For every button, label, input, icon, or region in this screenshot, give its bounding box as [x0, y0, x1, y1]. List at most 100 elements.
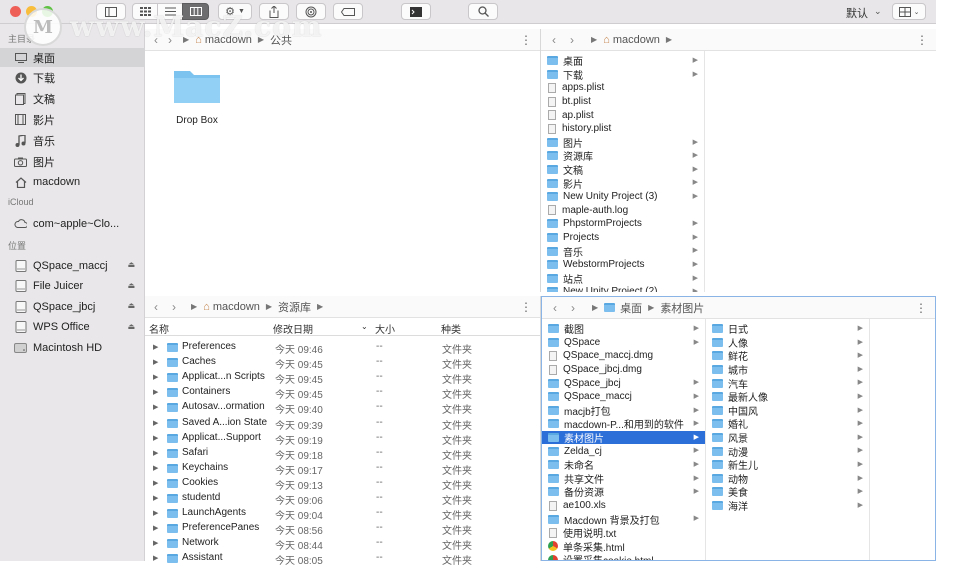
sidebar-item[interactable]: 下载: [0, 69, 145, 88]
chevron-down-icon[interactable]: ⌄: [361, 322, 368, 331]
column-header-size[interactable]: 大小: [375, 321, 395, 336]
sidebar-item[interactable]: File Juicer ⏏: [0, 277, 145, 296]
list-item[interactable]: WebstormProjects ▶: [541, 258, 704, 272]
disclosure-triangle-icon[interactable]: ▶: [153, 464, 158, 472]
list-item[interactable]: 桌面 ▶: [541, 54, 704, 68]
column-header-modified[interactable]: 修改日期: [273, 321, 313, 336]
table-row[interactable]: ▶ PreferencePanes 今天 08:56 -- 文件夹: [145, 521, 540, 537]
list-item[interactable]: Macdown 背景及打包 ▶: [542, 512, 705, 527]
forward-button[interactable]: ›: [565, 33, 579, 47]
disclosure-triangle-icon[interactable]: ▶: [153, 434, 158, 442]
list-item[interactable]: 共享文件 ▶: [542, 472, 705, 486]
column-header-kind[interactable]: 种类: [441, 321, 461, 336]
eject-icon[interactable]: ⏏: [127, 301, 135, 310]
list-item[interactable]: 图片 ▶: [541, 136, 704, 150]
table-row[interactable]: ▶ Applicat...n Scripts 今天 09:45 -- 文件夹: [145, 370, 540, 386]
list-item[interactable]: 汽车 ▶: [706, 376, 869, 391]
list-item[interactable]: PhpstormProjects ▶: [541, 217, 704, 231]
list-item[interactable]: macjb打包 ▶: [542, 404, 705, 418]
list-item[interactable]: 站点 ▶: [541, 272, 704, 286]
back-button[interactable]: ‹: [548, 301, 562, 315]
disclosure-triangle-icon[interactable]: ▶: [153, 419, 158, 427]
table-row[interactable]: ▶ studentd 今天 09:06 -- 文件夹: [145, 491, 540, 507]
list-item[interactable]: 美食 ▶: [706, 485, 869, 499]
eject-icon[interactable]: ⏏: [127, 260, 135, 269]
sidebar-item[interactable]: QSpace_maccj ⏏: [0, 256, 145, 275]
table-row[interactable]: ▶ Saved A...ion State 今天 09:39 -- 文件夹: [145, 416, 540, 432]
list-item[interactable]: 资源库 ▶: [541, 149, 704, 163]
breadcrumb-item[interactable]: 素材图片: [660, 300, 704, 316]
list-item[interactable]: ap.plist: [541, 108, 704, 122]
list-item[interactable]: 中国风 ▶: [706, 404, 869, 418]
close-button[interactable]: [10, 6, 21, 17]
table-row[interactable]: ▶ Cookies 今天 09:13 -- 文件夹: [145, 476, 540, 492]
list-item[interactable]: 下载 ▶: [541, 68, 704, 82]
sidebar-item[interactable]: 图片: [0, 152, 145, 171]
back-button[interactable]: ‹: [547, 33, 561, 47]
table-row[interactable]: ▶ Network 今天 08:44 -- 文件夹: [145, 536, 540, 552]
disclosure-triangle-icon[interactable]: ▶: [153, 494, 158, 502]
list-item[interactable]: 音乐 ▶: [541, 244, 704, 259]
list-item[interactable]: 人像 ▶: [706, 336, 869, 350]
table-row[interactable]: ▶ Keychains 今天 09:17 -- 文件夹: [145, 461, 540, 477]
list-item[interactable]: New Unity Project (3) ▶: [541, 190, 704, 204]
list-item[interactable]: apps.plist: [541, 81, 704, 95]
list-item[interactable]: ae100.xls: [542, 499, 705, 513]
breadcrumb-item[interactable]: 桌面: [604, 300, 642, 316]
disclosure-triangle-icon[interactable]: ▶: [153, 554, 158, 562]
table-row[interactable]: ▶ Containers 今天 09:45 -- 文件夹: [145, 385, 540, 401]
more-options-icon[interactable]: ⋮: [916, 33, 928, 47]
list-item[interactable]: QSpace ▶: [542, 336, 705, 350]
list-item[interactable]: 使用说明.txt: [542, 526, 705, 540]
list-item[interactable]: 未命名 ▶: [542, 458, 705, 472]
disclosure-triangle-icon[interactable]: ▶: [153, 539, 158, 547]
list-item[interactable]: 影片 ▶: [541, 176, 704, 191]
column-header-name[interactable]: 名称: [149, 321, 169, 336]
list-item[interactable]: 最新人像 ▶: [706, 390, 869, 404]
disclosure-triangle-icon[interactable]: ▶: [153, 343, 158, 351]
sidebar-item[interactable]: 音乐: [0, 131, 145, 150]
sidebar-item[interactable]: QSpace_jbcj ⏏: [0, 297, 145, 316]
list-item[interactable]: 动漫 ▶: [706, 444, 869, 459]
list-item[interactable]: 婚礼 ▶: [706, 417, 869, 431]
list-item[interactable]: Projects ▶: [541, 231, 704, 245]
sidebar-item[interactable]: macdown: [0, 173, 145, 192]
table-row[interactable]: ▶ Assistant 今天 08:05 -- 文件夹: [145, 551, 540, 567]
forward-button[interactable]: ›: [566, 301, 580, 315]
disclosure-triangle-icon[interactable]: ▶: [153, 449, 158, 457]
list-item[interactable]: QSpace_maccj ▶: [542, 390, 705, 404]
sidebar-item[interactable]: WPS Office ⏏: [0, 318, 145, 337]
table-row[interactable]: ▶ Applicat...Support 今天 09:19 -- 文件夹: [145, 431, 540, 447]
layout-grid-button[interactable]: ⌄: [892, 3, 926, 20]
list-item[interactable]: 截图 ▶: [542, 322, 705, 336]
list-item[interactable]: 设置采集cookie.html: [542, 553, 705, 560]
more-options-icon[interactable]: ⋮: [915, 301, 927, 315]
breadcrumb-item[interactable]: 资源库: [278, 299, 311, 315]
eject-icon[interactable]: ⏏: [127, 322, 135, 331]
back-button[interactable]: ‹: [149, 300, 163, 314]
list-item[interactable]: QSpace_jbcj.dmg: [542, 363, 705, 377]
sidebar-item[interactable]: 文稿: [0, 90, 145, 109]
sidebar-item[interactable]: com~apple~Clo...: [0, 214, 145, 233]
disclosure-triangle-icon[interactable]: ▶: [153, 479, 158, 487]
sidebar-item[interactable]: 桌面: [0, 48, 145, 67]
eject-icon[interactable]: ⏏: [127, 281, 135, 290]
terminal-button[interactable]: [401, 3, 431, 20]
disclosure-triangle-icon[interactable]: ▶: [153, 373, 158, 381]
list-item[interactable]: 日式 ▶: [706, 322, 869, 336]
list-item[interactable]: 备份资源 ▶: [542, 485, 705, 499]
table-row[interactable]: ▶ Safari 今天 09:18 -- 文件夹: [145, 446, 540, 462]
more-options-icon[interactable]: ⋮: [520, 300, 532, 314]
sidebar-item[interactable]: Macintosh HD: [0, 338, 145, 357]
list-item[interactable]: 鲜花 ▶: [706, 349, 869, 363]
disclosure-triangle-icon[interactable]: ▶: [153, 358, 158, 366]
list-item[interactable]: history.plist: [541, 122, 704, 136]
table-row[interactable]: ▶ LaunchAgents 今天 09:04 -- 文件夹: [145, 506, 540, 522]
breadcrumb-item[interactable]: ⌂ macdown: [203, 301, 260, 313]
disclosure-triangle-icon[interactable]: ▶: [153, 509, 158, 517]
list-item[interactable]: 风景 ▶: [706, 431, 869, 445]
table-row[interactable]: ▶ Preferences 今天 09:46 -- 文件夹: [145, 340, 540, 356]
list-item[interactable]: 单条采集.html: [542, 540, 705, 554]
breadcrumb-item[interactable]: ⌂ macdown: [603, 34, 660, 46]
more-options-icon[interactable]: ⋮: [520, 33, 532, 47]
